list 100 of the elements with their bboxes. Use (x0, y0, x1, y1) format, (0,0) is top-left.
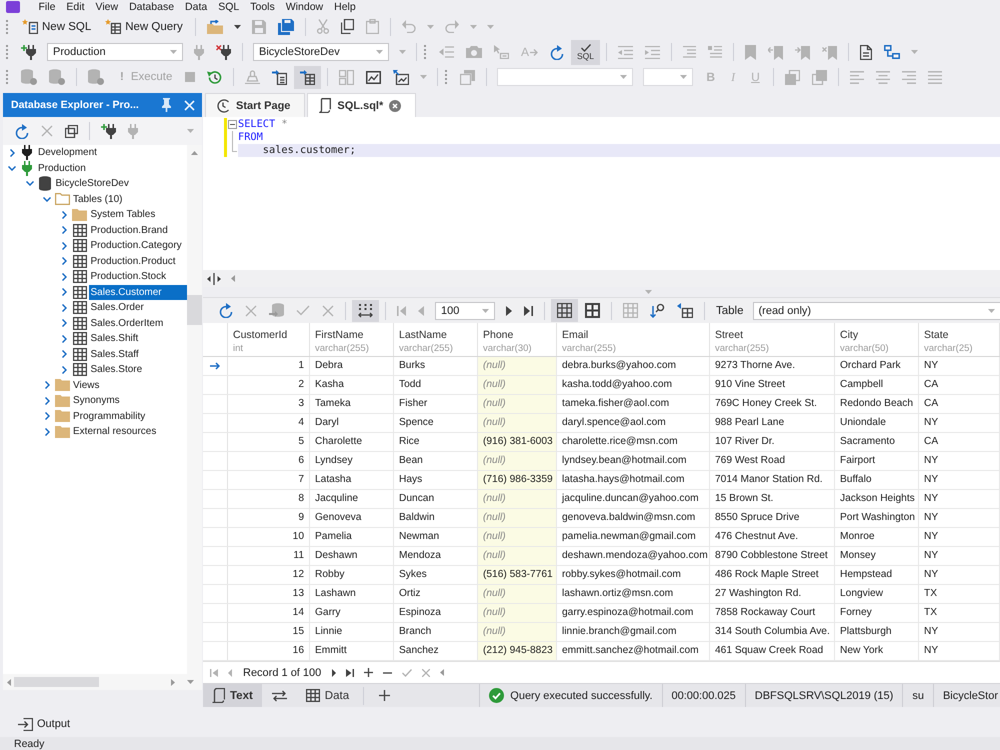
chevron-right-icon[interactable] (62, 304, 67, 312)
copy-icon[interactable] (340, 19, 354, 34)
toolbar-grip[interactable] (424, 45, 427, 59)
close-icon[interactable] (389, 100, 402, 112)
menu-item[interactable]: Tools (244, 0, 280, 12)
sql-button[interactable]: SQL (571, 40, 600, 64)
refresh-icon[interactable] (15, 124, 29, 138)
chevron-down-icon[interactable] (8, 166, 16, 171)
floppy-disks-icon[interactable] (278, 18, 294, 34)
text-tab[interactable]: Text (203, 684, 262, 707)
sort-search-icon[interactable] (650, 303, 665, 318)
tree-item[interactable]: Sales.OrderItem (88, 316, 187, 331)
chevron-right-icon[interactable] (62, 350, 67, 358)
menu-item[interactable]: View (90, 0, 124, 12)
table-export-icon[interactable] (677, 303, 693, 318)
plus-icon[interactable] (364, 668, 374, 677)
scroll-left-icon[interactable] (440, 669, 444, 676)
new-sql-button[interactable]: New SQL (18, 17, 96, 36)
move-columns-button[interactable] (352, 300, 379, 322)
column-header[interactable]: Street varchar(255) (710, 323, 835, 356)
scrollbar-thumb[interactable] (14, 677, 99, 687)
tree-item[interactable]: Sales.Staff (88, 346, 187, 362)
column-header[interactable]: LastName varchar(255) (394, 323, 478, 356)
chart-export-icon[interactable] (393, 70, 410, 84)
tree-item[interactable]: Production.Brand (88, 222, 187, 238)
scroll-down-icon[interactable] (187, 680, 194, 684)
app-logo-icon[interactable] (6, 0, 20, 12)
grid-view-button[interactable] (551, 299, 578, 322)
tree-item[interactable]: Sales.Order (88, 300, 187, 316)
chevron-right-icon[interactable] (62, 272, 67, 281)
column-header[interactable]: CustomerId int (228, 323, 310, 356)
tree-item[interactable]: Programmability (71, 408, 187, 424)
menu-item[interactable]: Help (328, 0, 362, 12)
tree-item[interactable]: Production.Stock (88, 269, 187, 284)
chevron-right-icon[interactable] (44, 428, 50, 436)
menu-item[interactable]: Window (280, 0, 329, 12)
chevron-right-icon[interactable] (62, 334, 67, 343)
refresh-icon[interactable] (550, 44, 564, 60)
tree-item[interactable]: Synonyms (71, 393, 187, 408)
toolbar-grip[interactable] (6, 70, 9, 84)
chevron-right-icon[interactable] (62, 226, 67, 234)
plus-icon[interactable] (379, 690, 390, 701)
chart-icon[interactable] (366, 70, 382, 84)
chevron-right-icon[interactable] (62, 210, 67, 219)
column-header[interactable]: FirstName varchar(255) (310, 323, 394, 356)
chevron-right-icon[interactable] (62, 288, 67, 296)
tree-item[interactable]: Production.Category (88, 238, 187, 254)
tree-item[interactable]: Views (71, 378, 187, 393)
chevron-right-icon[interactable] (62, 319, 67, 328)
tree-item[interactable]: Development (36, 145, 187, 160)
refresh-icon[interactable] (219, 303, 233, 318)
tree-item[interactable]: System Tables (88, 207, 187, 222)
history-icon[interactable] (207, 70, 222, 84)
minus-icon[interactable] (383, 672, 392, 674)
document-import-icon[interactable] (272, 70, 288, 84)
tree-item[interactable]: Sales.Customer (88, 284, 187, 300)
menu-item[interactable]: Database (124, 0, 180, 12)
column-header[interactable]: City varchar(50) (835, 323, 919, 356)
document-tab[interactable]: Start Page (205, 93, 306, 117)
scroll-left-icon[interactable] (231, 275, 235, 282)
pin-icon[interactable] (162, 98, 171, 112)
last-record-icon[interactable] (524, 306, 533, 316)
code-editor[interactable]: SELECT * FROM sales.customer; (203, 117, 1000, 270)
tree-item[interactable]: Sales.Shift (88, 331, 187, 346)
horizontal-scrollbar[interactable] (3, 674, 202, 690)
new-query-button[interactable]: New Query (101, 17, 187, 36)
document-icon[interactable] (860, 44, 872, 60)
chevron-right-icon[interactable] (62, 242, 67, 250)
card-view-icon[interactable] (585, 303, 600, 318)
next-icon[interactable] (506, 306, 512, 316)
chevron-down-icon[interactable] (26, 181, 34, 186)
toolbar-grip[interactable] (6, 20, 9, 34)
chevron-right-icon[interactable] (44, 381, 50, 390)
chevron-right-icon[interactable] (10, 148, 14, 157)
tree-item[interactable]: Sales.Store (88, 362, 187, 378)
diagram-icon[interactable] (884, 45, 900, 59)
scroll-up-icon[interactable] (191, 151, 198, 155)
tree-item[interactable]: Production (36, 160, 187, 176)
plug-plus-icon[interactable] (101, 124, 116, 138)
table-import-button[interactable] (294, 66, 322, 88)
scrollbar-thumb[interactable] (187, 295, 202, 325)
open-folder-icon[interactable] (206, 20, 223, 34)
output-button[interactable]: Output (12, 716, 76, 732)
menu-item[interactable]: Edit (60, 0, 90, 12)
collapse-caret-icon[interactable] (645, 290, 652, 294)
menu-item[interactable]: Data (180, 0, 213, 12)
toolbar-grip[interactable] (445, 70, 448, 84)
caret-icon[interactable] (234, 24, 241, 28)
windows-icon[interactable] (65, 124, 78, 138)
menu-item[interactable]: File (33, 0, 61, 12)
chevron-right-icon[interactable] (44, 396, 50, 405)
connection-combo[interactable]: Production (47, 43, 183, 61)
toolbar-grip[interactable] (6, 45, 9, 59)
scroll-right-icon[interactable] (171, 678, 175, 686)
chevron-right-icon[interactable] (62, 366, 67, 374)
last-record-icon[interactable] (346, 668, 354, 676)
plug-cross-icon[interactable] (216, 44, 231, 60)
plug-plus-icon[interactable] (21, 44, 36, 60)
chevron-down-icon[interactable] (43, 196, 51, 202)
view-mode-combo[interactable]: (read only) (752, 302, 1000, 320)
